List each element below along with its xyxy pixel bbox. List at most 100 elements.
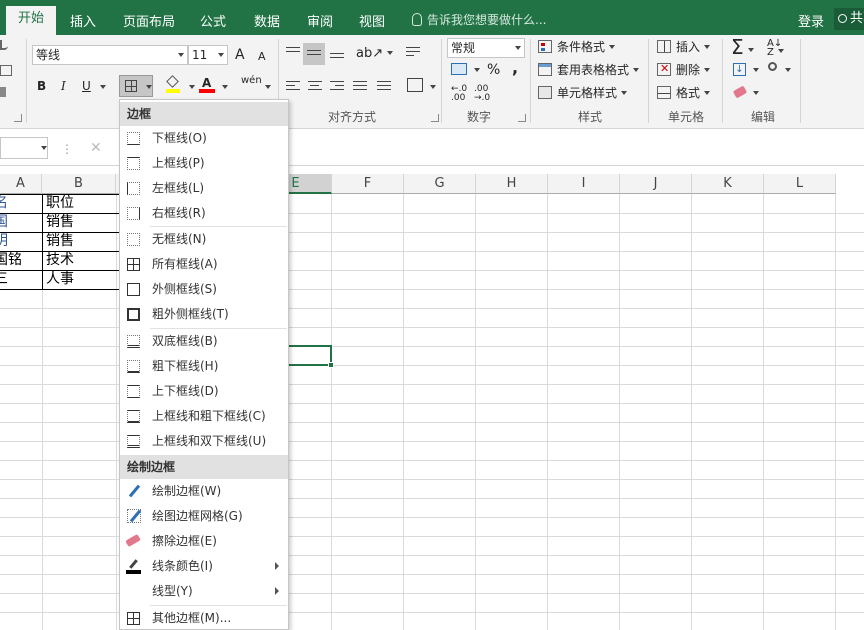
menu-item-top-thick-bottom-border[interactable]: 上框线和粗下框线(C) bbox=[120, 404, 288, 429]
increase-indent-icon[interactable] bbox=[377, 81, 391, 93]
fill-handle[interactable] bbox=[328, 362, 334, 368]
format-cells-icon[interactable] bbox=[657, 86, 671, 99]
align-middle-button[interactable] bbox=[303, 43, 325, 65]
tab-view[interactable]: 视图 bbox=[359, 11, 385, 30]
chevron-down-icon[interactable] bbox=[189, 85, 195, 89]
tab-insert[interactable]: 插入 bbox=[70, 11, 96, 30]
sort-filter-button[interactable]: A↓ Z bbox=[767, 39, 784, 58]
font-name-combo[interactable]: 等线 bbox=[32, 45, 188, 65]
cell-a6[interactable]: 三 bbox=[0, 270, 8, 289]
clear-eraser-icon[interactable] bbox=[732, 85, 748, 99]
menu-item-line-color[interactable]: 线条颜色(I) bbox=[120, 554, 288, 579]
column-header-h[interactable]: H bbox=[476, 174, 548, 194]
conditional-formatting-button[interactable]: 条件格式 bbox=[557, 39, 616, 55]
cell-b5[interactable]: 技术 bbox=[46, 251, 74, 270]
column-header-k[interactable]: K bbox=[692, 174, 764, 194]
menu-item-all-borders[interactable]: 所有框线(A) bbox=[120, 252, 288, 277]
percent-button[interactable]: % bbox=[487, 62, 500, 78]
merge-center-icon[interactable] bbox=[407, 78, 423, 92]
decrease-indent-icon[interactable] bbox=[353, 81, 367, 93]
shrink-font-button[interactable]: A bbox=[258, 49, 266, 65]
menu-item-thick-bottom-border[interactable]: 粗下框线(H) bbox=[120, 354, 288, 379]
menu-item-top-double-bottom-border[interactable]: 上框线和双下框线(U) bbox=[120, 429, 288, 454]
orientation-button[interactable]: ab↗ bbox=[356, 46, 394, 62]
grow-font-button[interactable]: A bbox=[235, 47, 245, 63]
find-select-icon[interactable] bbox=[768, 62, 777, 71]
menu-item-draw-border-grid[interactable]: 绘图边框网格(G) bbox=[120, 504, 288, 529]
format-as-table-icon[interactable] bbox=[538, 63, 552, 76]
menu-item-line-style[interactable]: 线型(Y) bbox=[120, 579, 288, 604]
column-header-i[interactable]: I bbox=[548, 174, 620, 194]
bold-button[interactable]: B bbox=[37, 78, 46, 94]
delete-cells-button[interactable]: 删除 bbox=[676, 62, 711, 78]
menu-item-double-bottom-border[interactable]: 双底框线(B) bbox=[120, 329, 288, 354]
menu-item-draw-border[interactable]: 绘制边框(W) bbox=[120, 479, 288, 504]
chevron-down-icon[interactable] bbox=[222, 85, 228, 89]
name-box[interactable] bbox=[0, 137, 48, 159]
cell-b2[interactable]: 职位 bbox=[46, 194, 74, 213]
align-top-icon[interactable] bbox=[286, 47, 300, 55]
menu-item-left-border[interactable]: 左框线(L) bbox=[120, 176, 288, 201]
tell-me-search[interactable]: 告诉我您想要做什么... bbox=[412, 11, 546, 28]
tab-review[interactable]: 审阅 bbox=[307, 11, 333, 30]
cell-a2[interactable]: 名 bbox=[0, 194, 8, 213]
cell-a5[interactable]: 国铭 bbox=[0, 251, 22, 270]
accounting-format-icon[interactable] bbox=[451, 63, 467, 75]
phonetic-guide-button[interactable]: wén bbox=[241, 73, 262, 89]
clipboard-launcher-icon[interactable] bbox=[14, 114, 22, 122]
align-bottom-icon[interactable] bbox=[330, 53, 344, 61]
number-format-combo[interactable]: 常规 bbox=[447, 38, 525, 58]
tab-formulas[interactable]: 公式 bbox=[200, 11, 226, 30]
chevron-down-icon[interactable] bbox=[785, 68, 791, 72]
fill-down-icon[interactable]: ↓ bbox=[733, 63, 746, 76]
align-right-icon[interactable] bbox=[330, 81, 344, 93]
cut-icon[interactable] bbox=[0, 40, 8, 50]
format-cells-button[interactable]: 格式 bbox=[676, 85, 711, 101]
autosum-button[interactable]: Σ bbox=[731, 35, 754, 59]
column-header-l[interactable]: L bbox=[764, 174, 836, 194]
decrease-decimal-button[interactable]: .00 →.0 bbox=[474, 85, 490, 103]
cell-b3[interactable]: 销售 bbox=[46, 213, 74, 232]
align-center-icon[interactable] bbox=[308, 81, 322, 93]
menu-item-top-bottom-border[interactable]: 上下框线(D) bbox=[120, 379, 288, 404]
align-left-icon[interactable] bbox=[286, 81, 300, 93]
share-button[interactable]: 共享 bbox=[834, 8, 864, 30]
menu-item-outside-borders[interactable]: 外侧框线(S) bbox=[120, 277, 288, 302]
delete-cells-icon[interactable]: ✕ bbox=[657, 62, 671, 76]
column-header-b[interactable]: B bbox=[42, 174, 116, 194]
column-header-g[interactable]: G bbox=[404, 174, 476, 194]
format-painter-icon[interactable] bbox=[0, 87, 6, 97]
tab-home[interactable]: 开始 bbox=[6, 6, 56, 35]
cell-b4[interactable]: 销售 bbox=[46, 232, 74, 251]
chevron-down-icon[interactable] bbox=[753, 68, 759, 72]
alignment-launcher-icon[interactable] bbox=[431, 114, 439, 122]
underline-button[interactable]: U bbox=[82, 78, 91, 94]
column-header-f[interactable]: F bbox=[332, 174, 404, 194]
tab-data[interactable]: 数据 bbox=[254, 11, 280, 30]
cell-a3[interactable]: 国 bbox=[0, 213, 8, 232]
chevron-down-icon[interactable] bbox=[100, 85, 106, 89]
increase-decimal-button[interactable]: ←.0.00 bbox=[451, 85, 467, 103]
chevron-down-icon[interactable] bbox=[430, 85, 436, 89]
font-size-combo[interactable]: 11 bbox=[188, 45, 228, 65]
chevron-down-icon[interactable] bbox=[753, 91, 759, 95]
format-as-table-button[interactable]: 套用表格格式 bbox=[557, 62, 640, 78]
column-header-j[interactable]: J bbox=[620, 174, 692, 194]
cell-b6[interactable]: 人事 bbox=[46, 270, 74, 289]
fill-color-button[interactable] bbox=[166, 75, 180, 93]
insert-cells-button[interactable]: 插入 bbox=[676, 39, 711, 55]
number-launcher-icon[interactable] bbox=[518, 114, 526, 122]
conditional-formatting-icon[interactable] bbox=[538, 40, 552, 53]
cell-styles-icon[interactable] bbox=[538, 86, 552, 99]
menu-item-bottom-border[interactable]: 下框线(O) bbox=[120, 126, 288, 151]
tab-page-layout[interactable]: 页面布局 bbox=[123, 11, 175, 30]
column-header-a[interactable]: A bbox=[0, 174, 42, 194]
menu-item-erase-border[interactable]: 擦除边框(E) bbox=[120, 529, 288, 554]
copy-icon[interactable] bbox=[0, 65, 12, 76]
insert-cells-icon[interactable] bbox=[657, 40, 671, 53]
wrap-text-button[interactable] bbox=[406, 45, 420, 61]
menu-item-no-border[interactable]: 无框线(N) bbox=[120, 227, 288, 252]
borders-button[interactable] bbox=[119, 75, 153, 97]
cancel-entry-icon[interactable]: ✕ bbox=[90, 140, 102, 156]
login-link[interactable]: 登录 bbox=[798, 11, 824, 30]
